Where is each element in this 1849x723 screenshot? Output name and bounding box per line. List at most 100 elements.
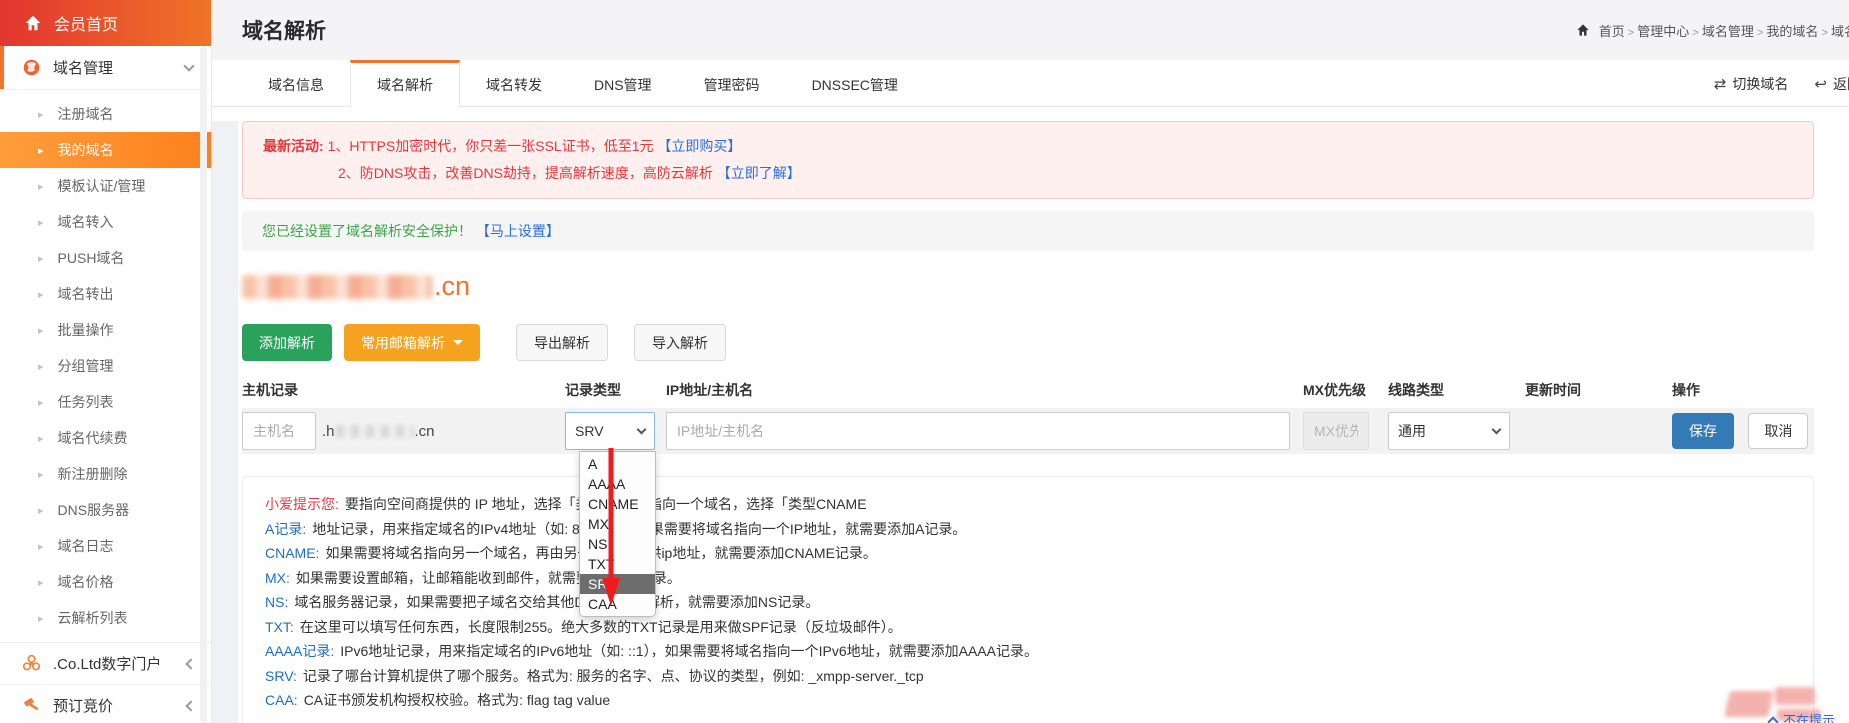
sidebar-section-item[interactable]: 预订竞价 xyxy=(0,685,211,723)
setup-now-link[interactable]: 【马上设置】 xyxy=(476,223,560,239)
page-title: 域名解析 xyxy=(242,20,326,43)
sidebar-section-label: 域名管理 xyxy=(53,60,114,77)
sidebar-item[interactable]: ▸ 域名价格 xyxy=(0,564,211,600)
dropdown-option-SRV[interactable]: SRV xyxy=(580,574,655,594)
triangle-right-icon: ▸ xyxy=(38,108,44,121)
dropdown-option-NS[interactable]: NS xyxy=(580,534,655,554)
gavel-icon xyxy=(22,696,41,715)
triangle-right-icon: ▸ xyxy=(38,216,44,229)
cancel-button[interactable]: 取消 xyxy=(1748,413,1809,449)
help-line: A记录: 地址记录，用来指定域名的IPv4地址（如: 8.8.8.8），如果需要将… xyxy=(265,517,1791,542)
back-to-list-button[interactable]: ↩ 返回列表 xyxy=(1814,74,1849,94)
help-line: NS: 域名服务器记录，如果需要把子域名交给其他DNS服务商解析，就需要添加NS记… xyxy=(265,590,1791,615)
sidebar-item[interactable]: ▸ 域名代续费 xyxy=(0,420,211,456)
import-records-button[interactable]: 导入解析 xyxy=(634,324,726,361)
tab-actions: ⇄ 切换域名 ↩ 返回列表 xyxy=(1714,60,1849,107)
sidebar-section-domain-management[interactable]: 域名管理 xyxy=(0,46,211,90)
help-line: TXT: 在这里可以填写任何东西，长度限制255。绝大多数的TXT记录是用来做SP… xyxy=(265,615,1791,640)
flower-icon xyxy=(22,654,41,673)
sidebar-item[interactable]: ▸ 模板认证/管理 xyxy=(0,168,211,204)
promo-line-2: 2、防DNS攻击，改善DNS劫持，提高解析速度，高防云解析 【立即了解】 xyxy=(338,165,801,181)
chevron-down-icon xyxy=(183,59,195,72)
tab-域名解析[interactable]: 域名解析 xyxy=(350,60,460,107)
toolbar: 添加解析 常用邮箱解析 导出解析 导入解析 xyxy=(242,324,1814,361)
sidebar-menu: ▸ 注册域名 ▸ 我的域名 ▸ 模板认证/管理 ▸ 域名转入 ▸ PUSH域名 ▸ 域名转出 ▸ 批量操作… xyxy=(0,90,211,636)
sidebar-item[interactable]: ▸ 域名转入 xyxy=(0,204,211,240)
sidebar-item[interactable]: ▸ 域名日志 xyxy=(0,528,211,564)
chevron-down-icon xyxy=(636,424,647,434)
save-button[interactable]: 保存 xyxy=(1672,413,1734,449)
add-record-button[interactable]: 添加解析 xyxy=(242,324,332,361)
line-type-select[interactable]: 通用 xyxy=(1388,412,1510,450)
blurred-domain-mid xyxy=(335,424,414,438)
tab-DNSSEC管理[interactable]: DNSSEC管理 xyxy=(786,60,924,106)
col-value: IP地址/主机名 xyxy=(666,382,754,398)
breadcrumb-item[interactable]: 首页 xyxy=(1599,24,1625,39)
host-input[interactable] xyxy=(242,412,316,450)
switch-arrows-icon: ⇄ xyxy=(1713,75,1727,93)
dropdown-option-A[interactable]: A xyxy=(580,454,655,474)
sidebar-item[interactable]: ▸ 任务列表 xyxy=(0,384,211,420)
triangle-right-icon: ▸ xyxy=(38,396,44,409)
caret-down-icon xyxy=(453,340,463,345)
help-term: CAA: xyxy=(265,692,298,708)
buy-now-link[interactable]: 【立即购买】 xyxy=(657,138,741,154)
globe-icon xyxy=(23,59,40,76)
breadcrumb-separator: > xyxy=(1753,26,1767,39)
sidebar-item[interactable]: ▸ 分组管理 xyxy=(0,348,211,384)
new-record-row-wrap: .h .cn SRV xyxy=(242,408,1814,617)
left-gutter xyxy=(212,121,238,723)
sidebar-section-label: .Co.Ltd数字门户 xyxy=(53,656,162,673)
sidebar-item[interactable]: ▸ PUSH域名 xyxy=(0,240,211,276)
tab-DNS管理[interactable]: DNS管理 xyxy=(568,60,678,106)
sidebar-item-label: 云解析列表 xyxy=(57,610,128,626)
help-term: 小爱提示您: xyxy=(265,496,339,512)
dropdown-option-MX[interactable]: MX xyxy=(580,514,655,534)
ip-value-input[interactable] xyxy=(666,412,1290,450)
sidebar-item[interactable]: ▸ 新注册删除 xyxy=(0,456,211,492)
tab-管理密码[interactable]: 管理密码 xyxy=(678,60,786,106)
dropdown-option-AAAA[interactable]: AAAA xyxy=(580,474,655,494)
sidebar-item[interactable]: ▸ 批量操作 xyxy=(0,312,211,348)
sidebar-section-item[interactable]: .Co.Ltd数字门户 xyxy=(0,643,211,685)
help-text: 记录了哪台计算机提供了哪个服务。格式为: 服务的名字、点、协议的类型，例如: _… xyxy=(302,667,924,684)
breadcrumb-item[interactable]: 域名管理 xyxy=(1702,24,1754,39)
record-help-box: 小爱提示您: 要指向空间商提供的 IP 地址，选择「类型A」，要指向一个域名，选择… xyxy=(242,476,1814,723)
dropdown-option-TXT[interactable]: TXT xyxy=(580,554,655,574)
breadcrumb-item[interactable]: 我的域名 xyxy=(1766,24,1818,39)
dropdown-option-CNAME[interactable]: CNAME xyxy=(580,494,655,514)
sidebar-footer: .Co.Ltd数字门户预订竞价 xyxy=(0,643,211,723)
breadcrumb: 首页 > 管理中心 > 域名管理 > 我的域名 > 域名解析 xyxy=(1576,0,1849,60)
blurred-domain-name xyxy=(242,274,432,299)
main: 域名解析 首页 > 管理中心 > 域名管理 > 我的域名 > 域名解析 域名信息… xyxy=(212,0,1849,723)
record-type-select[interactable]: SRV xyxy=(565,412,655,450)
tab-域名转发[interactable]: 域名转发 xyxy=(460,60,568,106)
sidebar-scrollbar[interactable] xyxy=(200,46,207,723)
tabs: 域名信息 域名解析 域名转发 DNS管理 管理密码 DNSSEC管理 xyxy=(242,60,924,107)
learn-more-link[interactable]: 【立即了解】 xyxy=(717,165,801,181)
tab-域名信息[interactable]: 域名信息 xyxy=(242,60,350,106)
sidebar-item[interactable]: ▸ 我的域名 xyxy=(0,132,211,168)
sidebar-item[interactable]: ▸ 注册域名 xyxy=(0,96,211,132)
chevron-down-icon xyxy=(1491,424,1502,434)
breadcrumb-item[interactable]: 管理中心 xyxy=(1637,24,1689,39)
sidebar-item-label: 域名日志 xyxy=(57,538,114,554)
sidebar-item[interactable]: ▸ 域名转出 xyxy=(0,276,211,312)
mx-priority-input xyxy=(1303,412,1369,450)
dismiss-hint-button[interactable]: 不在提示 xyxy=(1767,710,1835,723)
mail-presets-button[interactable]: 常用邮箱解析 xyxy=(344,324,480,361)
switch-domain-button[interactable]: ⇄ 切换域名 xyxy=(1714,74,1789,94)
tab-bar: 域名信息 域名解析 域名转发 DNS管理 管理密码 DNSSEC管理 ⇄ 切换域名 ↩ 返… xyxy=(212,60,1849,107)
dropdown-option-CAA[interactable]: CAA xyxy=(580,594,655,614)
col-host: 主机记录 xyxy=(242,382,298,398)
sidebar-item-member-home[interactable]: 会员首页 xyxy=(0,0,211,46)
sidebar-item[interactable]: ▸ 云解析列表 xyxy=(0,600,211,636)
triangle-right-icon: ▸ xyxy=(38,540,44,553)
help-term: AAAA记录: xyxy=(265,643,335,659)
breadcrumb-item[interactable]: 域名解析 xyxy=(1831,24,1849,39)
sidebar-item[interactable]: ▸ DNS服务器 xyxy=(0,492,211,528)
help-line: SRV: 记录了哪台计算机提供了哪个服务。格式为: 服务的名字、点、协议的类型，例… xyxy=(265,664,1791,689)
help-line: MX: 如果需要设置邮箱，让邮箱能收到邮件，就需要添加MX记录。 xyxy=(265,566,1791,591)
triangle-right-icon: ▸ xyxy=(38,288,44,301)
export-records-button[interactable]: 导出解析 xyxy=(516,324,608,361)
